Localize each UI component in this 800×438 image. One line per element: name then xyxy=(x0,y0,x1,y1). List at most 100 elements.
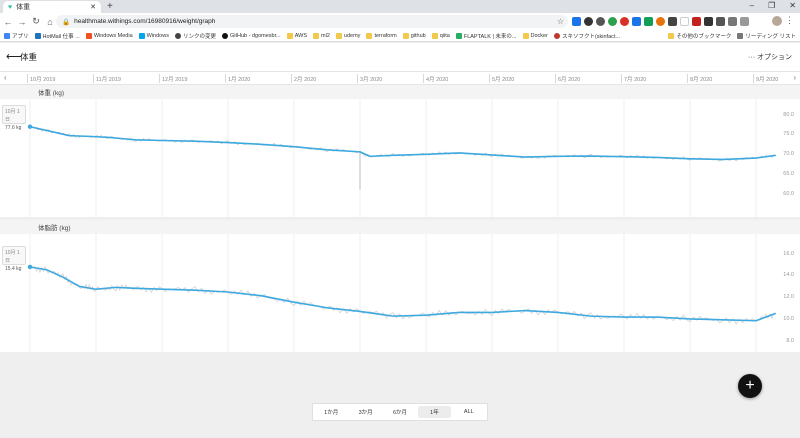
home-icon[interactable]: ⌂ xyxy=(44,17,56,27)
reading-list-icon xyxy=(737,33,744,39)
close-window-icon[interactable]: ✕ xyxy=(789,1,796,10)
timeline-month: 7月 2020 xyxy=(620,74,647,83)
timeline-month: 10月 2019 xyxy=(26,74,56,83)
range-6-months[interactable]: 6か月 xyxy=(384,406,416,418)
start-marker xyxy=(27,264,33,270)
timeline-month: 1月 2020 xyxy=(224,74,251,83)
extension-icon[interactable] xyxy=(656,17,665,26)
bookmark-star-icon[interactable]: ☆ xyxy=(557,17,564,26)
extension-icon[interactable] xyxy=(584,17,593,26)
bookmark-item[interactable]: AWS xyxy=(286,32,307,39)
fat-tooltip: 10月 1日 15.4 kg xyxy=(2,246,26,272)
bookmark-item[interactable]: udemy xyxy=(335,32,360,39)
y-tick-label: 10.0 xyxy=(783,316,794,322)
profile-avatar[interactable] xyxy=(772,16,782,26)
chevron-right-icon[interactable]: › xyxy=(793,73,796,82)
folder-icon xyxy=(313,32,320,39)
extension-icon[interactable] xyxy=(632,17,641,26)
folder-icon xyxy=(402,32,409,39)
weight-chart-panel[interactable]: 10月 1日 77.6 kg 80.0 75.0 70.0 65.0 60.0 xyxy=(0,99,800,217)
bookmark-item[interactable]: Windows Media xyxy=(85,32,133,39)
browser-tab[interactable]: ♥ 体重 ✕ xyxy=(3,1,101,13)
tooltip-value: 77.6 kg xyxy=(5,125,22,131)
fat-chart-panel[interactable]: 10月 1日 15.4 kg 16.0 14.0 12.0 10.0 8.0 xyxy=(0,234,800,352)
plus-icon: + xyxy=(745,377,755,394)
timeline-month: 2月 2020 xyxy=(290,74,317,83)
tooltip-value: 15.4 kg xyxy=(5,266,22,272)
extension-icon[interactable] xyxy=(740,17,749,26)
bookmark-item[interactable]: Docker xyxy=(522,32,548,39)
extension-icon[interactable] xyxy=(608,17,617,26)
weight-section-title: 体重 (kg) xyxy=(38,90,64,97)
bookmark-item[interactable]: ml2 xyxy=(313,32,330,39)
y-tick-label: 70.0 xyxy=(783,151,794,157)
bookmark-item[interactable]: qiita xyxy=(431,32,450,39)
bookmark-item[interactable]: アプリ xyxy=(4,32,29,40)
extension-icon[interactable] xyxy=(704,17,713,26)
timeline-month: 5月 2020 xyxy=(488,74,515,83)
windows-logo-icon xyxy=(85,32,92,39)
folder-icon xyxy=(366,32,373,39)
bookmark-favicon-icon xyxy=(553,32,560,39)
other-bookmarks[interactable]: その他のブックマーク xyxy=(668,32,731,40)
bookmark-item[interactable]: Windows xyxy=(138,32,169,39)
bookmark-item[interactable]: スキソフクト(skinfact... xyxy=(553,32,620,40)
extension-icon[interactable] xyxy=(620,17,629,26)
minimize-icon[interactable]: – xyxy=(750,1,754,10)
puzzle-icon[interactable] xyxy=(716,17,725,26)
back-icon[interactable]: ← xyxy=(2,17,14,27)
restore-icon[interactable]: ❐ xyxy=(768,1,775,10)
bookmark-item[interactable]: HotMail 仕事 ... xyxy=(34,32,80,40)
trend-line xyxy=(29,125,776,161)
windows-logo-icon xyxy=(138,32,145,39)
new-tab-button[interactable]: + xyxy=(107,1,113,12)
y-tick-label: 16.0 xyxy=(783,251,794,257)
timeline-month: 4月 2020 xyxy=(422,74,449,83)
fat-chart[interactable] xyxy=(0,234,800,352)
close-tab-icon[interactable]: ✕ xyxy=(90,3,96,11)
range-all[interactable]: ALL xyxy=(453,406,485,418)
browser-toolbar: ← → ↻ ⌂ 🔒 healthmate.withings.com/169809… xyxy=(0,13,800,30)
bookmark-favicon-icon xyxy=(455,32,462,39)
extension-icon[interactable] xyxy=(572,17,581,26)
address-bar[interactable]: 🔒 healthmate.withings.com/16980916/weigh… xyxy=(56,15,568,28)
extension-icon[interactable] xyxy=(692,17,701,26)
y-tick-label: 80.0 xyxy=(783,112,794,118)
bookmark-item[interactable]: リンクの変更 xyxy=(174,32,216,40)
page-title: 体重 xyxy=(20,52,38,62)
reload-icon[interactable]: ↻ xyxy=(30,16,42,27)
start-marker xyxy=(27,124,33,129)
forward-icon[interactable]: → xyxy=(16,17,28,27)
range-3-months[interactable]: 3か月 xyxy=(349,406,381,418)
folder-icon xyxy=(431,32,438,39)
timeline-month: 8月 2020 xyxy=(686,74,713,83)
reading-list[interactable]: リーディング リスト xyxy=(737,32,796,40)
chevron-left-icon[interactable]: ‹ xyxy=(4,73,7,82)
extension-icon[interactable] xyxy=(668,17,677,26)
options-button[interactable]: ··· オプション xyxy=(748,52,792,62)
folder-icon xyxy=(335,32,342,39)
fat-section-header: 体脂肪 (kg) xyxy=(0,220,800,234)
y-tick-label: 8.0 xyxy=(786,338,794,344)
range-1-month[interactable]: 1か月 xyxy=(315,406,347,418)
extension-icon[interactable] xyxy=(596,17,605,26)
weight-section-header: 体重 (kg) xyxy=(0,85,800,99)
timeline-month: 9月 2020 xyxy=(752,74,779,83)
browser-menu-icon[interactable]: ⋮ xyxy=(785,15,794,26)
bookmark-item[interactable]: terraform xyxy=(366,32,397,39)
range-1-year[interactable]: 1年 xyxy=(418,406,451,418)
bookmark-favicon-icon xyxy=(34,32,41,39)
extension-icon[interactable] xyxy=(680,17,689,26)
y-tick-label: 65.0 xyxy=(783,171,794,177)
timeline-scrubber[interactable]: ‹ 10月 2019 11月 2019 12月 2019 1月 2020 2月 … xyxy=(0,71,800,85)
extension-icon[interactable] xyxy=(644,17,653,26)
fat-section-title: 体脂肪 (kg) xyxy=(38,225,71,232)
weight-chart[interactable] xyxy=(0,99,800,217)
bookmark-item[interactable]: FLAPTALK | 未来の... xyxy=(455,32,517,40)
y-tick-label: 14.0 xyxy=(783,272,794,278)
add-measurement-button[interactable]: + xyxy=(738,374,762,398)
tooltip-date: 10月 1日 xyxy=(5,109,20,123)
bookmark-item[interactable]: GitHub - dgomesbr... xyxy=(221,32,281,39)
bookmark-item[interactable]: github xyxy=(402,32,426,39)
extension-icon[interactable] xyxy=(728,17,737,26)
